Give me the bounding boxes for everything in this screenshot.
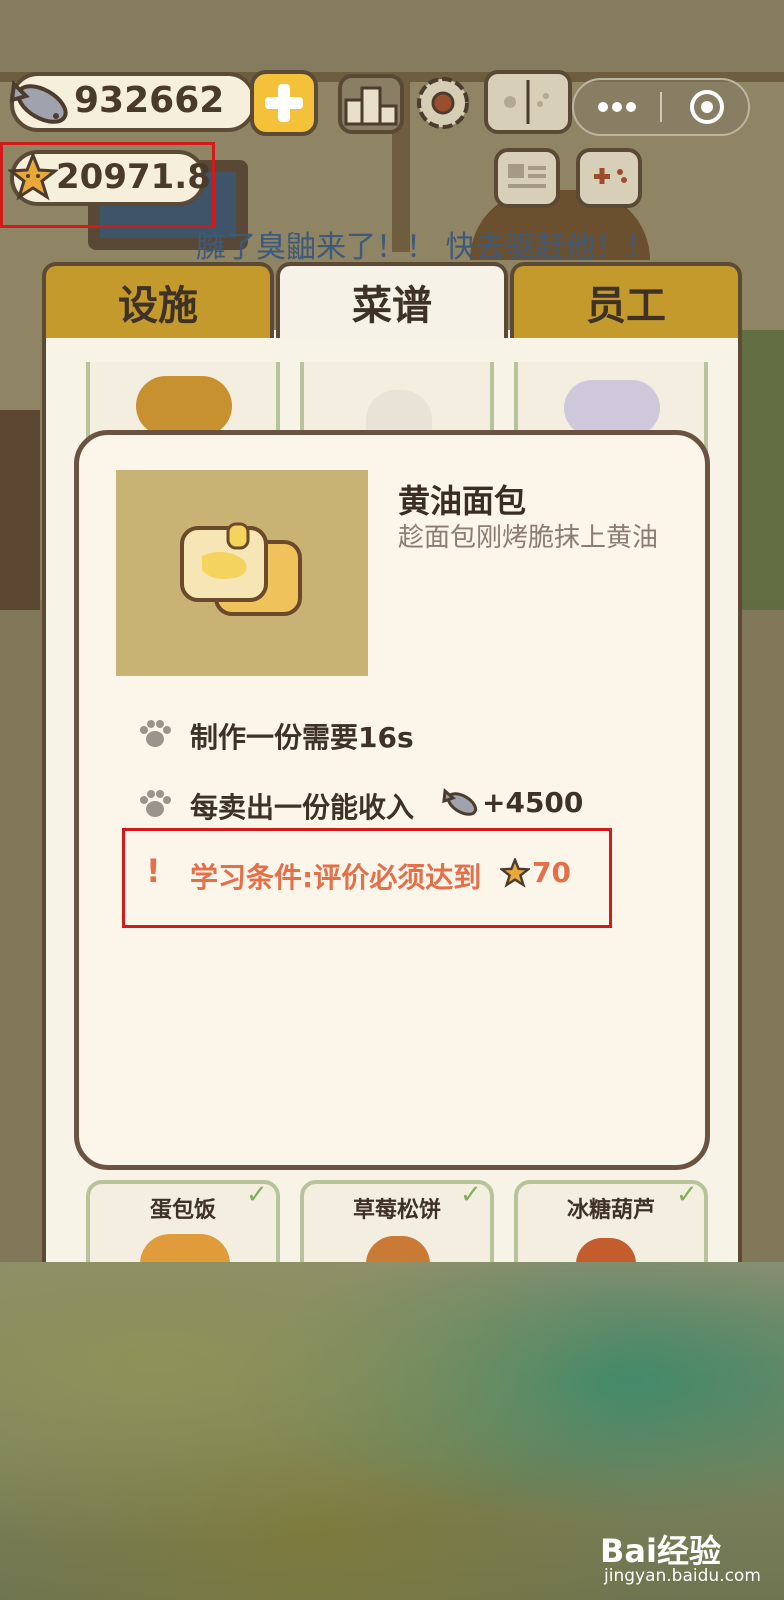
rating-highlight-box [0, 142, 215, 228]
recipe-card-label: 蛋包饭 [149, 1198, 216, 1223]
taiyaki-icon [136, 376, 232, 436]
add-currency-button[interactable] [250, 70, 318, 136]
condition-highlight-box [122, 828, 612, 928]
gamepad-icon [594, 168, 627, 184]
check-icon: ✓ [460, 1180, 482, 1210]
check-icon: ✓ [676, 1180, 698, 1210]
leaderboard-button[interactable] [338, 74, 404, 134]
minigame-button[interactable] [576, 148, 642, 208]
tab-facilities[interactable]: 设施 [42, 262, 274, 338]
watermark-url: jingyan.baidu.com [604, 1566, 761, 1586]
settings-button[interactable] [410, 70, 476, 136]
tab-staff[interactable]: 员工 [510, 262, 742, 338]
close-miniprogram-button[interactable] [682, 84, 732, 130]
gear-icon [417, 77, 469, 129]
target-close-icon [690, 90, 724, 124]
make-time-text: 制作一份需要16s [190, 721, 414, 754]
recipe-card-label: 冰糖葫芦 [566, 1198, 655, 1223]
check-icon: ✓ [246, 1180, 268, 1210]
ellipsis-icon [598, 102, 636, 112]
recipe-book-button[interactable] [484, 70, 572, 134]
mochi-icon [564, 380, 660, 436]
recipe-description: 趁面包刚烤脆抹上黄油 [398, 523, 659, 553]
paw-icon [138, 718, 172, 754]
right-plant [742, 330, 784, 610]
event-banner-text: 臃了臭鼬来了！！ 快去驱赶他！！ [196, 230, 656, 265]
income-label: 每卖出一份能收入 [190, 791, 415, 824]
omurice-icon [140, 1234, 230, 1264]
more-menu-button[interactable] [586, 84, 648, 130]
income-value: +4500 [482, 786, 584, 819]
fish-icon [8, 72, 78, 138]
paw-book-icon [504, 80, 549, 124]
fish-icon [442, 786, 482, 826]
plus-icon [265, 84, 303, 122]
news-button[interactable] [494, 148, 560, 208]
capsule-divider [660, 92, 662, 122]
left-shelf [0, 410, 40, 610]
tab-recipes[interactable]: 菜谱 [276, 262, 508, 338]
paw-icon [138, 788, 172, 824]
fish-count: 932662 [74, 80, 225, 121]
newspaper-icon [508, 164, 546, 188]
podium-icon [344, 86, 398, 126]
butter-toast-icon [180, 522, 302, 616]
recipe-card-label: 草莓松饼 [352, 1198, 441, 1223]
recipe-name: 黄油面包 [398, 482, 527, 520]
recipe-thumbnail [116, 470, 368, 676]
